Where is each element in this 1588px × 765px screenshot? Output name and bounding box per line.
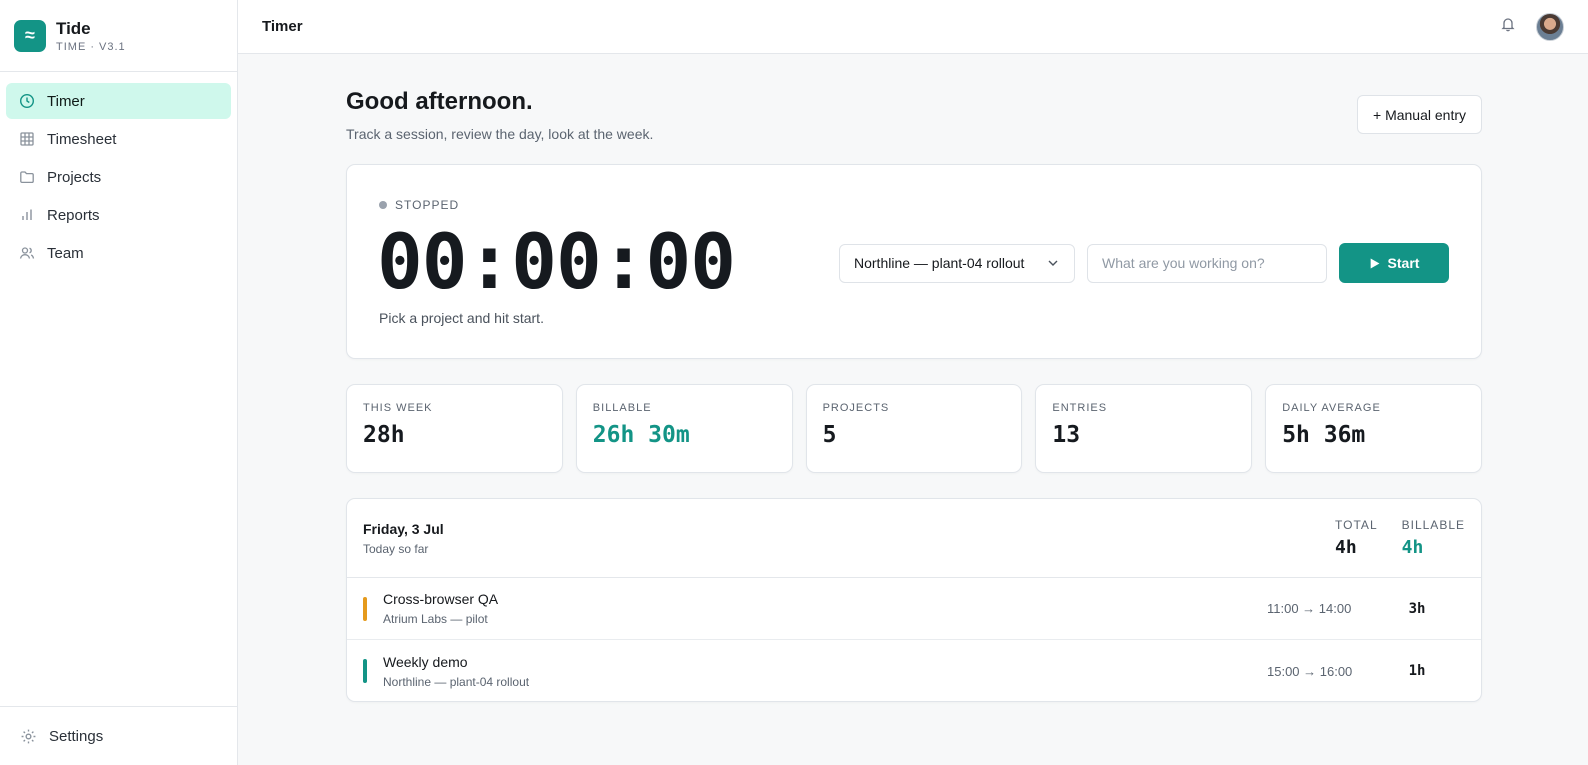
entry-time-range: 11:00 → 14:00 bbox=[1267, 601, 1352, 616]
sidebar-item-timer[interactable]: Timer bbox=[6, 83, 231, 119]
day-total: TOTAL 4h bbox=[1335, 518, 1378, 558]
entry-duration: 1h bbox=[1408, 663, 1426, 679]
greeting-title: Good afternoon. bbox=[346, 88, 533, 115]
project-color-bar bbox=[363, 659, 367, 683]
sidebar-item-label: Timer bbox=[47, 92, 85, 110]
start-button[interactable]: Start bbox=[1339, 243, 1449, 283]
stat-label: THIS WEEK bbox=[363, 402, 433, 414]
stat-label: DAILY AVERAGE bbox=[1282, 402, 1381, 414]
day-billable-label: BILLABLE bbox=[1401, 518, 1465, 532]
timer-card: STOPPED 00:00:00 Pick a project and hit … bbox=[346, 164, 1482, 359]
day-total-label: TOTAL bbox=[1335, 518, 1378, 532]
task-description-input[interactable] bbox=[1087, 243, 1327, 283]
project-select[interactable]: Northline — plant-04 rollout bbox=[839, 243, 1075, 283]
avatar[interactable] bbox=[1536, 12, 1564, 41]
bar-chart-icon bbox=[19, 207, 35, 223]
chevron-down-icon bbox=[1048, 260, 1058, 266]
sidebar-item-label: Timesheet bbox=[47, 130, 117, 148]
sidebar-item-team[interactable]: Team bbox=[6, 235, 231, 271]
stat-value: 26h 30m bbox=[592, 422, 690, 448]
time-entry-row[interactable]: Weekly demo Northline — plant-04 rollout… bbox=[347, 640, 1481, 702]
brand-version: TIME · V3.1 bbox=[56, 40, 126, 53]
timer-display: 00:00:00 bbox=[377, 217, 736, 306]
greeting-subtitle: Track a session, review the day, look at… bbox=[346, 126, 654, 142]
timer-hint: Pick a project and hit start. bbox=[379, 310, 544, 326]
main-content: Good afternoon. Track a session, review … bbox=[346, 54, 1482, 702]
folder-icon bbox=[19, 169, 35, 185]
timer-status: STOPPED bbox=[379, 198, 459, 212]
stat-value: 28h bbox=[363, 422, 405, 448]
clock-icon bbox=[19, 93, 35, 109]
start-button-label: Start bbox=[1387, 255, 1420, 271]
day-title: Friday, 3 Jul bbox=[363, 520, 444, 537]
day-total-value: 4h bbox=[1335, 537, 1357, 558]
stat-label: BILLABLE bbox=[592, 402, 652, 414]
stat-daily-average: DAILY AVERAGE 5h 36m bbox=[1265, 384, 1482, 473]
stat-value: 5h 36m bbox=[1282, 422, 1366, 448]
day-billable: BILLABLE 4h bbox=[1402, 518, 1465, 558]
stat-label: PROJECTS bbox=[822, 402, 890, 414]
stat-this-week: THIS WEEK 28h bbox=[346, 384, 563, 473]
sidebar-nav: Timer Timesheet Projects Reports Team bbox=[0, 72, 237, 284]
gear-icon bbox=[21, 729, 36, 743]
sidebar-item-label: Projects bbox=[47, 168, 102, 186]
bell-icon[interactable] bbox=[1500, 16, 1516, 37]
sidebar-item-label: Team bbox=[47, 244, 84, 262]
entry-time-range: 15:00 → 16:00 bbox=[1267, 663, 1353, 679]
day-summary-card: Friday, 3 Jul Today so far TOTAL 4h BILL… bbox=[346, 498, 1482, 702]
entry-project: Northline — plant-04 rollout bbox=[383, 674, 530, 689]
stat-projects: PROJECTS 5 bbox=[805, 384, 1023, 473]
play-icon bbox=[1370, 258, 1379, 268]
brand-name: Tide bbox=[56, 18, 91, 38]
brand: ≈ Tide TIME · V3.1 bbox=[0, 0, 237, 72]
day-billable-value: 4h bbox=[1401, 537, 1424, 558]
sidebar: ≈ Tide TIME · V3.1 Timer Timesheet Proje… bbox=[0, 0, 238, 765]
sidebar-item-reports[interactable]: Reports bbox=[6, 197, 231, 233]
stat-label: ENTRIES bbox=[1052, 402, 1108, 414]
page-title: Timer bbox=[262, 18, 303, 35]
stat-value: 5 bbox=[822, 422, 837, 448]
project-color-bar bbox=[363, 596, 367, 621]
top-bar: Timer bbox=[238, 0, 1588, 54]
sidebar-item-timesheet[interactable]: Timesheet bbox=[6, 121, 231, 157]
sidebar-item-label: Reports bbox=[47, 206, 100, 224]
sidebar-item-projects[interactable]: Projects bbox=[6, 159, 231, 195]
entry-duration: 3h bbox=[1408, 600, 1426, 617]
settings-label: Settings bbox=[49, 727, 104, 745]
day-subtitle: Today so far bbox=[363, 541, 429, 556]
entry-title: Weekly demo bbox=[383, 653, 468, 670]
time-entry-row[interactable]: Cross-browser QA Atrium Labs — pilot 11:… bbox=[347, 578, 1481, 640]
stat-value: 13 bbox=[1052, 422, 1081, 448]
entry-project: Atrium Labs — pilot bbox=[383, 612, 488, 626]
users-icon bbox=[19, 245, 35, 261]
stat-billable: BILLABLE 26h 30m bbox=[575, 384, 793, 473]
timer-status-label: STOPPED bbox=[395, 198, 460, 212]
grid-icon bbox=[19, 131, 35, 147]
manual-entry-button[interactable]: + Manual entry bbox=[1357, 95, 1482, 134]
brand-logo-icon: ≈ bbox=[14, 19, 46, 52]
project-select-value: Northline — plant-04 rollout bbox=[854, 255, 1025, 271]
stats-row: THIS WEEK 28h BILLABLE 26h 30m PROJECTS … bbox=[346, 384, 1482, 473]
stat-entries: ENTRIES 13 bbox=[1035, 384, 1253, 473]
sidebar-item-settings[interactable]: Settings bbox=[0, 706, 238, 765]
status-dot-icon bbox=[379, 201, 387, 209]
entry-title: Cross-browser QA bbox=[383, 591, 499, 607]
